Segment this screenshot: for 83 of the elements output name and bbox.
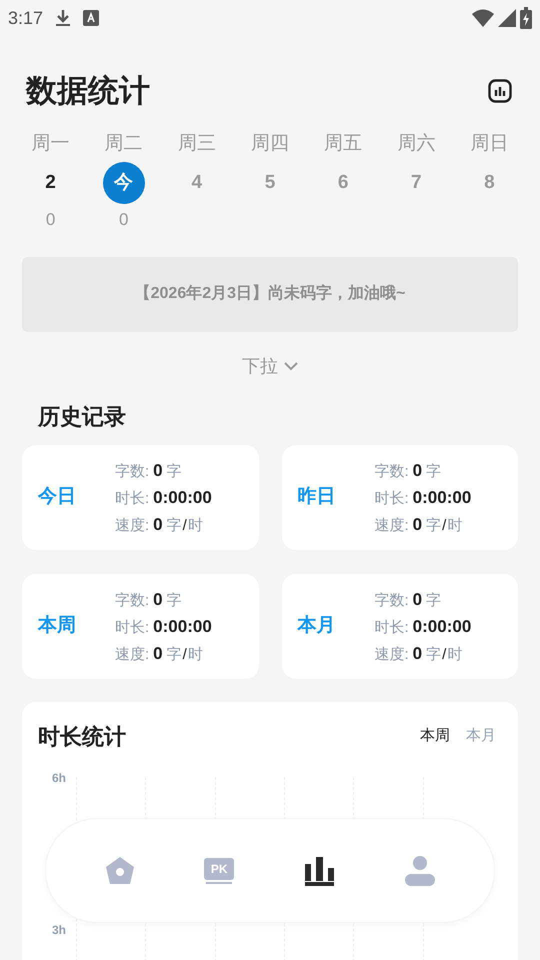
stat-label: 字数: bbox=[115, 462, 150, 482]
day-word-count: 0 bbox=[118, 209, 128, 231]
chevron-down-icon bbox=[284, 362, 298, 371]
period-label: 本月 bbox=[298, 614, 336, 638]
pk-tab[interactable]: PK bbox=[200, 854, 238, 888]
stat-unit: 字 bbox=[426, 590, 442, 610]
section-title: 历史记录 bbox=[38, 402, 127, 430]
keyboard-icon bbox=[83, 10, 100, 26]
stat-value: 0:00:00 bbox=[153, 616, 212, 638]
date-button[interactable]: 7 bbox=[395, 162, 438, 204]
download-icon bbox=[55, 9, 72, 27]
status-time: 3:17 bbox=[8, 6, 44, 30]
weekday-label: 周四 bbox=[250, 132, 289, 156]
stat-value: 0 bbox=[412, 514, 422, 536]
stat-unit: 字 bbox=[426, 516, 442, 536]
stat-unit: 时 bbox=[188, 516, 203, 536]
stat-unit: 字 bbox=[166, 516, 182, 536]
stat-unit: 字 bbox=[166, 462, 182, 482]
weekday-label: 周六 bbox=[397, 132, 436, 156]
person-icon bbox=[405, 856, 436, 886]
stat-label: 时长: bbox=[115, 618, 150, 638]
battery-icon bbox=[520, 7, 532, 29]
axis-label: 3h bbox=[52, 922, 68, 938]
unit-separator: / bbox=[182, 644, 187, 664]
weekday-label: 周三 bbox=[178, 132, 216, 156]
chart-icon bbox=[488, 79, 512, 103]
stat-value: 0 bbox=[153, 514, 163, 536]
card-title: 时长统计 bbox=[38, 722, 126, 750]
day-word-count: 0 bbox=[46, 209, 56, 231]
period-tab[interactable]: 本月 bbox=[466, 724, 496, 748]
stat-unit: 字 bbox=[166, 590, 182, 610]
weekday-label: 周一 bbox=[32, 132, 70, 156]
page-title: 数据统计 bbox=[26, 72, 150, 110]
stat-unit: 时 bbox=[447, 644, 462, 664]
date-button[interactable]: 5 bbox=[248, 162, 291, 204]
stat-value: 0 bbox=[412, 588, 422, 610]
stat-label: 时长: bbox=[374, 488, 409, 508]
stat-label: 字数: bbox=[374, 590, 409, 610]
stat-unit: 字 bbox=[426, 644, 442, 664]
date-button[interactable]: 今 bbox=[102, 162, 145, 204]
weekday-label: 周日 bbox=[470, 132, 508, 156]
stat-value: 0 bbox=[412, 460, 422, 482]
weekday-label: 周五 bbox=[324, 132, 362, 156]
date-button[interactable]: 6 bbox=[322, 162, 364, 204]
period-tab[interactable]: 本周 bbox=[420, 724, 450, 748]
stat-label: 字数: bbox=[374, 462, 409, 482]
weekday-label: 周二 bbox=[104, 132, 143, 156]
unit-separator: / bbox=[442, 516, 446, 536]
stat-value: 0:00:00 bbox=[412, 486, 472, 508]
date-button[interactable]: 8 bbox=[468, 162, 510, 204]
stat-label: 速度: bbox=[115, 644, 150, 664]
stat-label: 时长: bbox=[115, 488, 150, 508]
unit-separator: / bbox=[182, 516, 187, 536]
bar-chart-icon bbox=[304, 856, 336, 886]
stat-unit: 时 bbox=[447, 516, 462, 536]
pk-icon: PK bbox=[204, 858, 234, 880]
unit-separator: / bbox=[442, 644, 446, 664]
period-label: 今日 bbox=[38, 484, 77, 509]
period-label: 本周 bbox=[38, 614, 77, 638]
stat-label: 速度: bbox=[115, 516, 150, 536]
stat-label: 速度: bbox=[374, 644, 409, 664]
signal-icon bbox=[498, 9, 516, 27]
stat-unit: 时 bbox=[188, 644, 203, 664]
pull-down-button[interactable]: 下拉 bbox=[242, 352, 298, 382]
stat-label: 字数: bbox=[115, 590, 150, 610]
notice-banner: 【2026年2月3日】尚未码字，加油哦~ bbox=[22, 256, 518, 332]
stat-unit: 字 bbox=[426, 462, 442, 482]
stat-value: 0:00:00 bbox=[412, 616, 472, 638]
stat-label: 速度: bbox=[374, 516, 409, 536]
stat-label: 时长: bbox=[374, 618, 409, 638]
stats-button[interactable] bbox=[488, 79, 512, 103]
period-label: 昨日 bbox=[298, 484, 336, 509]
date-button[interactable]: 2 bbox=[30, 162, 72, 204]
date-button[interactable]: 4 bbox=[176, 162, 218, 204]
wifi-icon bbox=[472, 9, 494, 27]
stat-value: 0 bbox=[153, 642, 163, 664]
stat-value: 0:00:00 bbox=[153, 486, 212, 508]
stat-value: 0 bbox=[153, 588, 163, 610]
stat-unit: 字 bbox=[166, 644, 182, 664]
stat-value: 0 bbox=[412, 642, 422, 664]
stat-value: 0 bbox=[153, 460, 163, 482]
axis-label: 6h bbox=[52, 770, 68, 786]
home-icon bbox=[104, 856, 135, 886]
